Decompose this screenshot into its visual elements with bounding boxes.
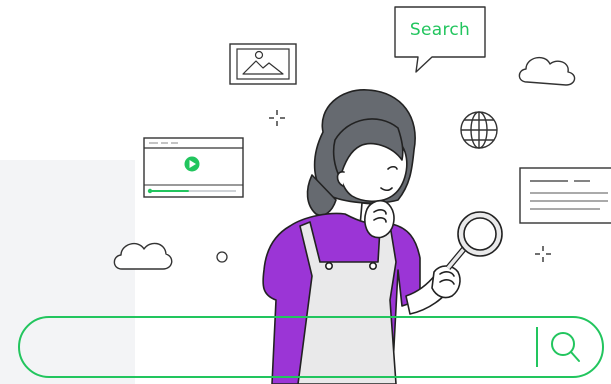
sparkle-icon <box>269 110 285 126</box>
cloud-icon <box>518 56 576 86</box>
sparkle-icon <box>535 246 551 262</box>
speech-bubble <box>394 6 486 73</box>
document-icon <box>519 167 611 224</box>
image-icon <box>229 43 297 85</box>
search-divider <box>536 327 538 367</box>
left-hand <box>364 199 395 239</box>
video-player-icon <box>143 137 244 198</box>
cloud-icon <box>113 242 173 270</box>
search-icon <box>551 332 580 362</box>
search-input[interactable] <box>50 330 254 366</box>
hero-illustration: Search <box>0 0 611 384</box>
magnifying-glass-icon <box>445 211 503 270</box>
search-button[interactable] <box>546 328 584 366</box>
right-hand <box>431 265 461 299</box>
globe-icon <box>460 111 498 149</box>
dot-circle <box>216 251 228 263</box>
